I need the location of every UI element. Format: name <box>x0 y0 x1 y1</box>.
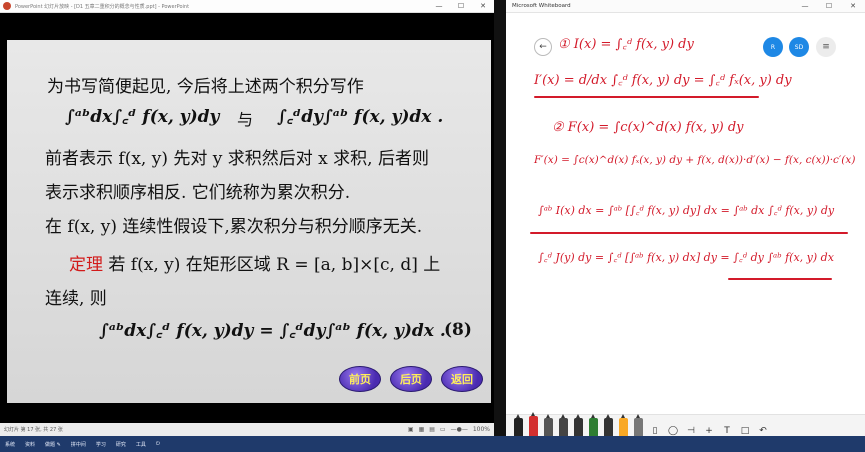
window-gap <box>494 0 506 436</box>
taskbar-item[interactable]: 研究 <box>111 441 131 448</box>
ppt-titlebar: PowerPoint 幻灯片放映 - [D1 五章二重积分的概念与性质.ppt]… <box>0 0 494 13</box>
pen-dark-icon[interactable] <box>559 414 568 436</box>
next-page-button[interactable]: 后页 <box>390 366 432 392</box>
taskbar-item[interactable]: 学习 <box>91 441 111 448</box>
pen-toolbar: ▯ ◯ ⊣ + T □ ↶ <box>506 412 865 436</box>
ppt-window-title: PowerPoint 幻灯片放映 - [D1 五章二重积分的概念与性质.ppt]… <box>15 3 190 10</box>
lasso-icon[interactable]: ◯ <box>667 426 679 436</box>
ppt-statusbar: 幻灯片 第 17 张, 共 27 张 ▣ ▦ ▤ ▭ —●— 100% <box>0 423 494 436</box>
theorem-formula: ∫ᵃᵇdx∫꜀ᵈ f(x, y)dy = ∫꜀ᵈdy∫ᵃᵇ f(x, y)dx … <box>99 321 446 341</box>
taskbar-item[interactable]: 资料 <box>20 441 40 448</box>
ink-line-1[interactable]: ① I(x) = ∫꜀ᵈ f(x, y) dy <box>558 34 694 52</box>
ink-underline-2 <box>728 278 832 280</box>
return-button[interactable]: 返回 <box>441 366 483 392</box>
conjunction-text: 与 <box>237 110 254 129</box>
zoom-slider[interactable]: —●— <box>451 426 468 433</box>
normal-view-icon[interactable]: ▣ <box>408 426 414 433</box>
pen-red-icon[interactable] <box>529 412 538 436</box>
taskbar-item[interactable]: 做题 ✎ <box>40 441 66 448</box>
theorem-text: 若 f(x, y) 在矩形区域 R = [a, b]×[c, d] 上 <box>103 255 441 275</box>
ink-separator <box>530 232 848 234</box>
powerpoint-window: PowerPoint 幻灯片放映 - [D1 五章二重积分的概念与性质.ppt]… <box>0 0 494 436</box>
zoom-level: 100% <box>472 426 490 433</box>
taskbar: 系统 资料 做题 ✎ 拼中间 学习 研究 工具 ⏻ <box>0 436 865 452</box>
ink-line-2[interactable]: I′(x) = d/dx ∫꜀ᵈ f(x, y) dy = ∫꜀ᵈ fₓ(x, … <box>534 70 792 88</box>
add-icon[interactable]: + <box>703 426 715 436</box>
powerpoint-logo-icon <box>3 2 11 10</box>
taskbar-item[interactable]: 系统 <box>0 441 20 448</box>
minimize-icon[interactable]: — <box>428 2 450 10</box>
ruler-icon[interactable]: ⊣ <box>685 426 697 436</box>
taskbar-item[interactable]: 拼中间 <box>66 441 91 448</box>
desktop: PowerPoint 幻灯片放映 - [D1 五章二重积分的概念与性质.ppt]… <box>0 0 865 452</box>
pen-black-2-icon[interactable] <box>604 414 613 436</box>
close-icon[interactable]: ✕ <box>472 2 494 10</box>
minimize-icon[interactable]: — <box>793 2 817 10</box>
slide-letterbox-bottom <box>0 403 494 423</box>
back-arrow-icon[interactable]: ← <box>534 38 552 56</box>
text-icon[interactable]: T <box>721 426 733 436</box>
slide-text-line4: 在 f(x, y) 连续性假设下,累次积分与积分顺序无关. <box>45 217 423 237</box>
avatar-r[interactable]: R <box>763 37 783 57</box>
ink-line-3[interactable]: ② F(x) = ∫c(x)^d(x) f(x, y) dy <box>552 120 743 135</box>
maximize-icon[interactable]: ☐ <box>450 2 472 10</box>
slideshow-icon[interactable]: ▭ <box>440 426 446 433</box>
ink-line-5[interactable]: ∫ᵃᵇ I(x) dx = ∫ᵃᵇ [∫꜀ᵈ f(x, y) dy] dx = … <box>538 203 834 218</box>
pen-black-icon[interactable] <box>514 414 523 436</box>
wb-titlebar: Microsoft Whiteboard — ☐ ✕ <box>506 0 865 13</box>
pen-green-icon[interactable] <box>589 414 598 436</box>
taskbar-item[interactable]: 工具 <box>131 441 151 448</box>
slide-text-line2: 前者表示 f(x, y) 先对 y 求积然后对 x 求积, 后者则 <box>45 149 429 169</box>
pen-light-gray-icon[interactable] <box>634 414 643 436</box>
prev-page-button[interactable]: 前页 <box>339 366 381 392</box>
undo-icon[interactable]: ↶ <box>757 426 769 436</box>
highlighter-icon[interactable] <box>619 414 628 436</box>
slide-letterbox-top <box>0 13 494 40</box>
shape-icon[interactable]: □ <box>739 426 751 436</box>
ink-line-4[interactable]: F′(x) = ∫c(x)^d(x) fₓ(x, y) dy + f(x, d(… <box>534 154 855 166</box>
formula-dy-dx: ∫꜀ᵈdy∫ᵃᵇ f(x, y)dx . <box>277 107 444 127</box>
power-icon[interactable]: ⏻ <box>151 441 165 447</box>
theorem-line: 定理 若 f(x, y) 在矩形区域 R = [a, b]×[c, d] 上 <box>69 250 440 275</box>
slide-sorter-icon[interactable]: ▦ <box>419 426 425 433</box>
pen-gray-icon[interactable] <box>544 414 553 436</box>
ink-line-6[interactable]: ∫꜀ᵈ J(y) dy = ∫꜀ᵈ [∫ᵃᵇ f(x, y) dx] dy = … <box>538 250 834 265</box>
reading-view-icon[interactable]: ▤ <box>429 426 435 433</box>
slide-text-line6: 连续, 则 <box>45 289 107 309</box>
slide-text-line3: 表示求积顺序相反. 它们统称为累次积分. <box>45 183 351 203</box>
slide-counter: 幻灯片 第 17 张, 共 27 张 <box>4 427 63 433</box>
wb-window-title: Microsoft Whiteboard <box>512 3 571 9</box>
ink-underline-1 <box>534 96 759 98</box>
formula-dx-dy: ∫ᵃᵇdx∫꜀ᵈ f(x, y)dy <box>65 107 220 127</box>
maximize-icon[interactable]: ☐ <box>817 2 841 10</box>
theorem-word: 定理 <box>69 255 103 275</box>
menu-icon[interactable]: ≡ <box>816 37 836 57</box>
slide-text-line1: 为书写简便起见, 今后将上述两个积分写作 <box>47 77 364 97</box>
close-icon[interactable]: ✕ <box>841 2 865 10</box>
avatar-sd[interactable]: SD <box>789 37 809 57</box>
whiteboard-window: Microsoft Whiteboard — ☐ ✕ ← R SD ≡ ① I(… <box>506 0 865 436</box>
eraser-icon[interactable]: ▯ <box>649 426 661 436</box>
pen-charcoal-icon[interactable] <box>574 414 583 436</box>
slide[interactable]: 为书写简便起见, 今后将上述两个积分写作 ∫ᵃᵇdx∫꜀ᵈ f(x, y)dy … <box>7 40 491 403</box>
equation-number: (8) <box>444 320 472 340</box>
